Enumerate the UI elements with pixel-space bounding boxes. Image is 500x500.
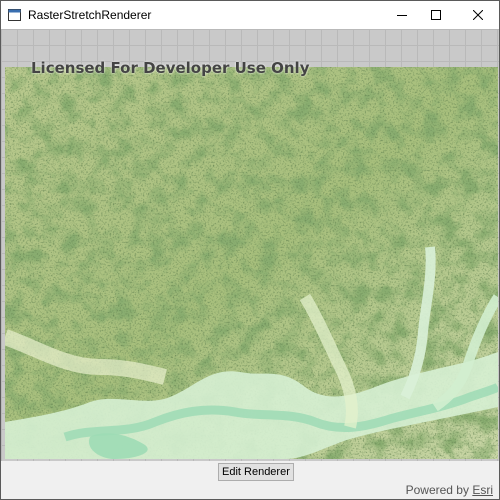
close-button[interactable]: [461, 1, 495, 29]
license-watermark: Licensed For Developer Use Only: [31, 59, 310, 77]
window-app-icon: [8, 8, 21, 21]
relief-raster-layer: [5, 67, 498, 459]
map-view[interactable]: Licensed For Developer Use Only: [1, 29, 499, 461]
esri-link[interactable]: Esri: [472, 483, 493, 497]
edit-renderer-button[interactable]: Edit Renderer: [218, 463, 294, 481]
app-window: RasterStretchRenderer Licensed For Devel…: [0, 0, 500, 500]
close-icon: [473, 10, 483, 20]
window-title: RasterStretchRenderer: [28, 8, 152, 22]
attribution: Powered by Esri: [406, 483, 493, 497]
maximize-button[interactable]: [419, 1, 453, 29]
attribution-prefix: Powered by: [405, 483, 469, 497]
minimize-button[interactable]: [385, 1, 419, 29]
bottom-bar: Edit Renderer Powered by Esri: [1, 461, 499, 499]
maximize-icon: [431, 10, 441, 20]
minimize-icon: [397, 10, 407, 20]
title-bar[interactable]: RasterStretchRenderer: [1, 1, 499, 29]
